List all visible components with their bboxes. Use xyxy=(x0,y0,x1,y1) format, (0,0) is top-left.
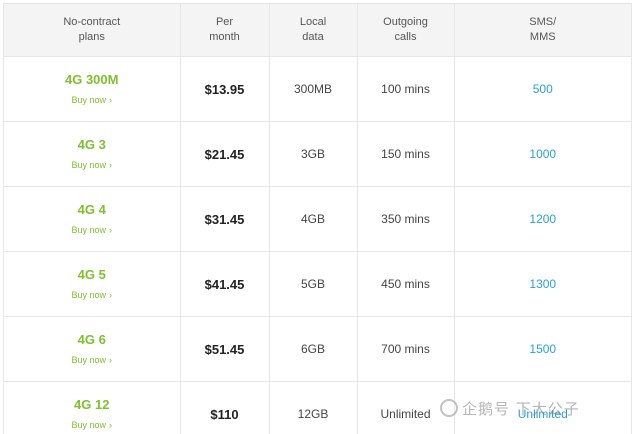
sms-cell: 1500 xyxy=(454,316,631,382)
plan-cell: 4G 4 Buy now › xyxy=(4,186,181,252)
price-cell: $31.45 xyxy=(180,186,270,252)
buy-now-link[interactable]: Buy now › xyxy=(71,95,112,105)
calls-cell: 350 mins xyxy=(357,186,455,252)
price: $110 xyxy=(210,406,239,422)
chevron-right-icon: › xyxy=(109,160,113,170)
buy-now-label: Buy now xyxy=(71,290,107,300)
table-body: 4G 300M Buy now › $13.95 300MB 100 mins 5… xyxy=(4,56,631,434)
data-cell: 5GB xyxy=(269,251,358,317)
chevron-right-icon: › xyxy=(109,225,113,235)
plans-table-container: No-contract plans Per month Local data O… xyxy=(3,3,632,434)
plan-cell: 4G 6 Buy now › xyxy=(4,316,181,382)
data-cell: 4GB xyxy=(269,186,358,252)
header-per-month: Per month xyxy=(180,4,270,57)
chevron-right-icon: › xyxy=(109,290,113,300)
table-row: 4G 3 Buy now › $21.45 3GB 150 mins 1000 xyxy=(4,121,631,187)
data-cell: 300MB xyxy=(269,56,358,122)
data-cell: 6GB xyxy=(269,316,358,382)
plan-name: 4G 5 xyxy=(77,267,106,282)
price-cell: $41.45 xyxy=(180,251,270,317)
chevron-right-icon: › xyxy=(109,95,113,105)
plan-name: 4G 12 xyxy=(74,397,110,412)
calls-cell: 150 mins xyxy=(357,121,455,187)
table-header: No-contract plans Per month Local data O… xyxy=(4,4,631,57)
calls-cell: 100 mins xyxy=(357,56,455,122)
price-cell: $110 xyxy=(180,381,270,434)
calls-cell: 450 mins xyxy=(357,251,455,317)
buy-now-link[interactable]: Buy now › xyxy=(71,290,112,300)
plan-name: 4G 4 xyxy=(77,202,106,217)
sms-value: 1200 xyxy=(529,212,557,226)
plan-name: 4G 300M xyxy=(65,72,119,87)
sms-cell: 1000 xyxy=(454,121,631,187)
buy-now-link[interactable]: Buy now › xyxy=(71,355,112,365)
buy-now-label: Buy now xyxy=(71,95,107,105)
header-local-data: Local data xyxy=(269,4,358,57)
plans-table: No-contract plans Per month Local data O… xyxy=(4,4,631,434)
buy-now-label: Buy now xyxy=(71,160,107,170)
plan-cell: 4G 3 Buy now › xyxy=(4,121,181,187)
plan-cell: 4G 300M Buy now › xyxy=(4,56,181,122)
sms-value: 1300 xyxy=(529,277,557,291)
table-row: 4G 5 Buy now › $41.45 5GB 450 mins 1300 xyxy=(4,251,631,317)
chevron-right-icon: › xyxy=(109,420,113,430)
plan-name: 4G 3 xyxy=(77,137,106,152)
price-cell: $13.95 xyxy=(180,56,270,122)
plan-cell: 4G 12 Buy now › xyxy=(4,381,181,434)
watermark: 企鹅号 下大公子 xyxy=(440,398,580,419)
price: $13.95 xyxy=(204,81,245,97)
plan-name: 4G 6 xyxy=(77,332,106,347)
chevron-right-icon: › xyxy=(109,355,113,365)
watermark-text: 企鹅号 下大公子 xyxy=(462,400,580,418)
buy-now-label: Buy now xyxy=(71,420,107,430)
table-row: 4G 300M Buy now › $13.95 300MB 100 mins 5… xyxy=(4,56,631,122)
header-sms-mms: SMS/ MMS xyxy=(454,4,631,57)
table-row: 4G 6 Buy now › $51.45 6GB 700 mins 1500 xyxy=(4,316,631,382)
sms-value: 500 xyxy=(532,82,553,96)
price: $21.45 xyxy=(204,146,245,162)
sms-cell: 500 xyxy=(454,56,631,122)
price: $31.45 xyxy=(204,211,245,227)
table-row: 4G 4 Buy now › $31.45 4GB 350 mins 1200 xyxy=(4,186,631,252)
price: $51.45 xyxy=(204,341,245,357)
plan-cell: 4G 5 Buy now › xyxy=(4,251,181,317)
buy-now-link[interactable]: Buy now › xyxy=(71,420,112,430)
calls-cell: 700 mins xyxy=(357,316,455,382)
sms-cell: 1200 xyxy=(454,186,631,252)
price: $41.45 xyxy=(204,276,245,292)
buy-now-label: Buy now xyxy=(71,225,107,235)
data-cell: 12GB xyxy=(269,381,358,434)
header-row: No-contract plans Per month Local data O… xyxy=(4,4,631,57)
price-cell: $21.45 xyxy=(180,121,270,187)
header-outgoing-calls: Outgoing calls xyxy=(357,4,455,57)
data-cell: 3GB xyxy=(269,121,358,187)
buy-now-label: Buy now xyxy=(71,355,107,365)
sms-value: 1500 xyxy=(529,342,557,356)
buy-now-link[interactable]: Buy now › xyxy=(71,160,112,170)
header-plans: No-contract plans xyxy=(4,4,181,57)
price-cell: $51.45 xyxy=(180,316,270,382)
buy-now-link[interactable]: Buy now › xyxy=(71,225,112,235)
sms-value: 1000 xyxy=(529,147,557,161)
penguin-logo-icon xyxy=(440,399,458,417)
sms-cell: 1300 xyxy=(454,251,631,317)
